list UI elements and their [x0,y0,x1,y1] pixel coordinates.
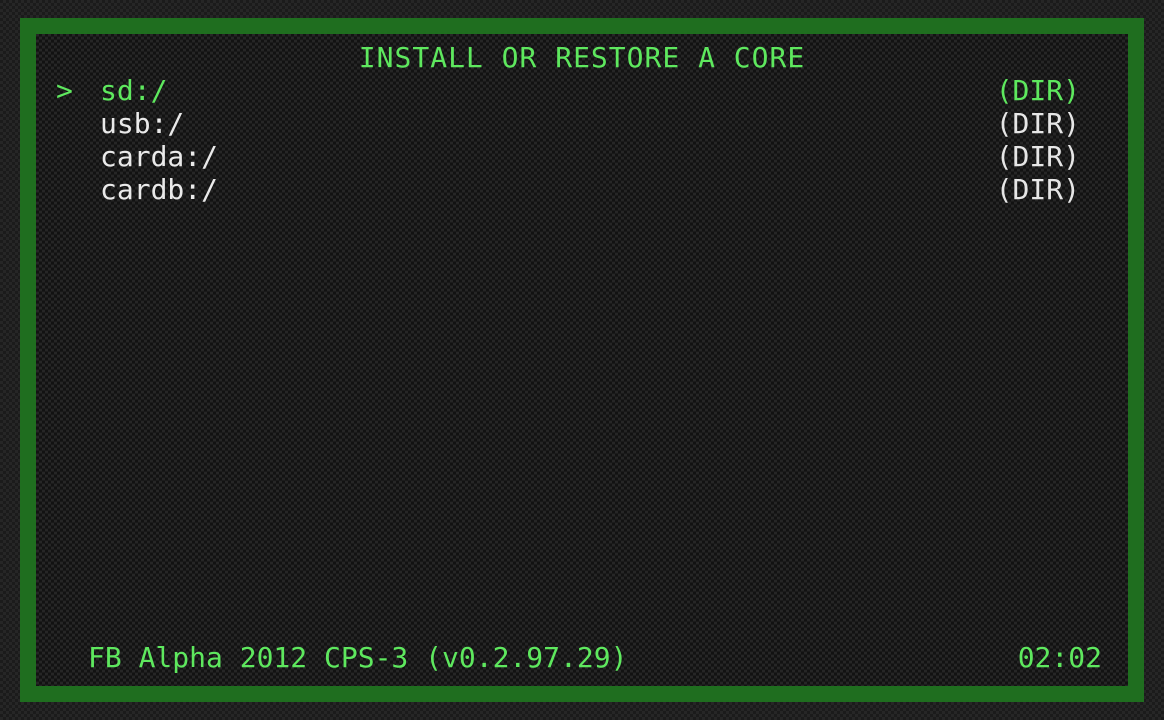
list-item-type: (DIR) [995,173,1080,206]
list-item-carda[interactable]: carda:/ (DIR) [56,140,1086,173]
list-item-type: (DIR) [995,74,1080,107]
list-item-sd[interactable]: > sd:/ (DIR) [56,74,1086,107]
list-item-cardb[interactable]: cardb:/ (DIR) [56,173,1086,206]
list-item-path: sd:/ [100,74,168,107]
list-item-path: carda:/ [100,140,219,173]
list-item-path: cardb:/ [100,173,219,206]
menu-title: INSTALL OR RESTORE A CORE [358,41,806,74]
list-item-type: (DIR) [995,107,1080,140]
file-browser-list: > sd:/ (DIR) usb:/ (DIR) carda:/ (DIR) c… [56,74,1086,206]
list-item-type: (DIR) [995,140,1080,173]
list-item-usb[interactable]: usb:/ (DIR) [56,107,1086,140]
core-name-label: FB Alpha 2012 CPS-3 (v0.2.97.29) [88,641,628,674]
list-item-path: usb:/ [100,107,185,140]
clock-label: 02:02 [1017,641,1102,674]
selection-cursor-icon: > [56,74,73,107]
